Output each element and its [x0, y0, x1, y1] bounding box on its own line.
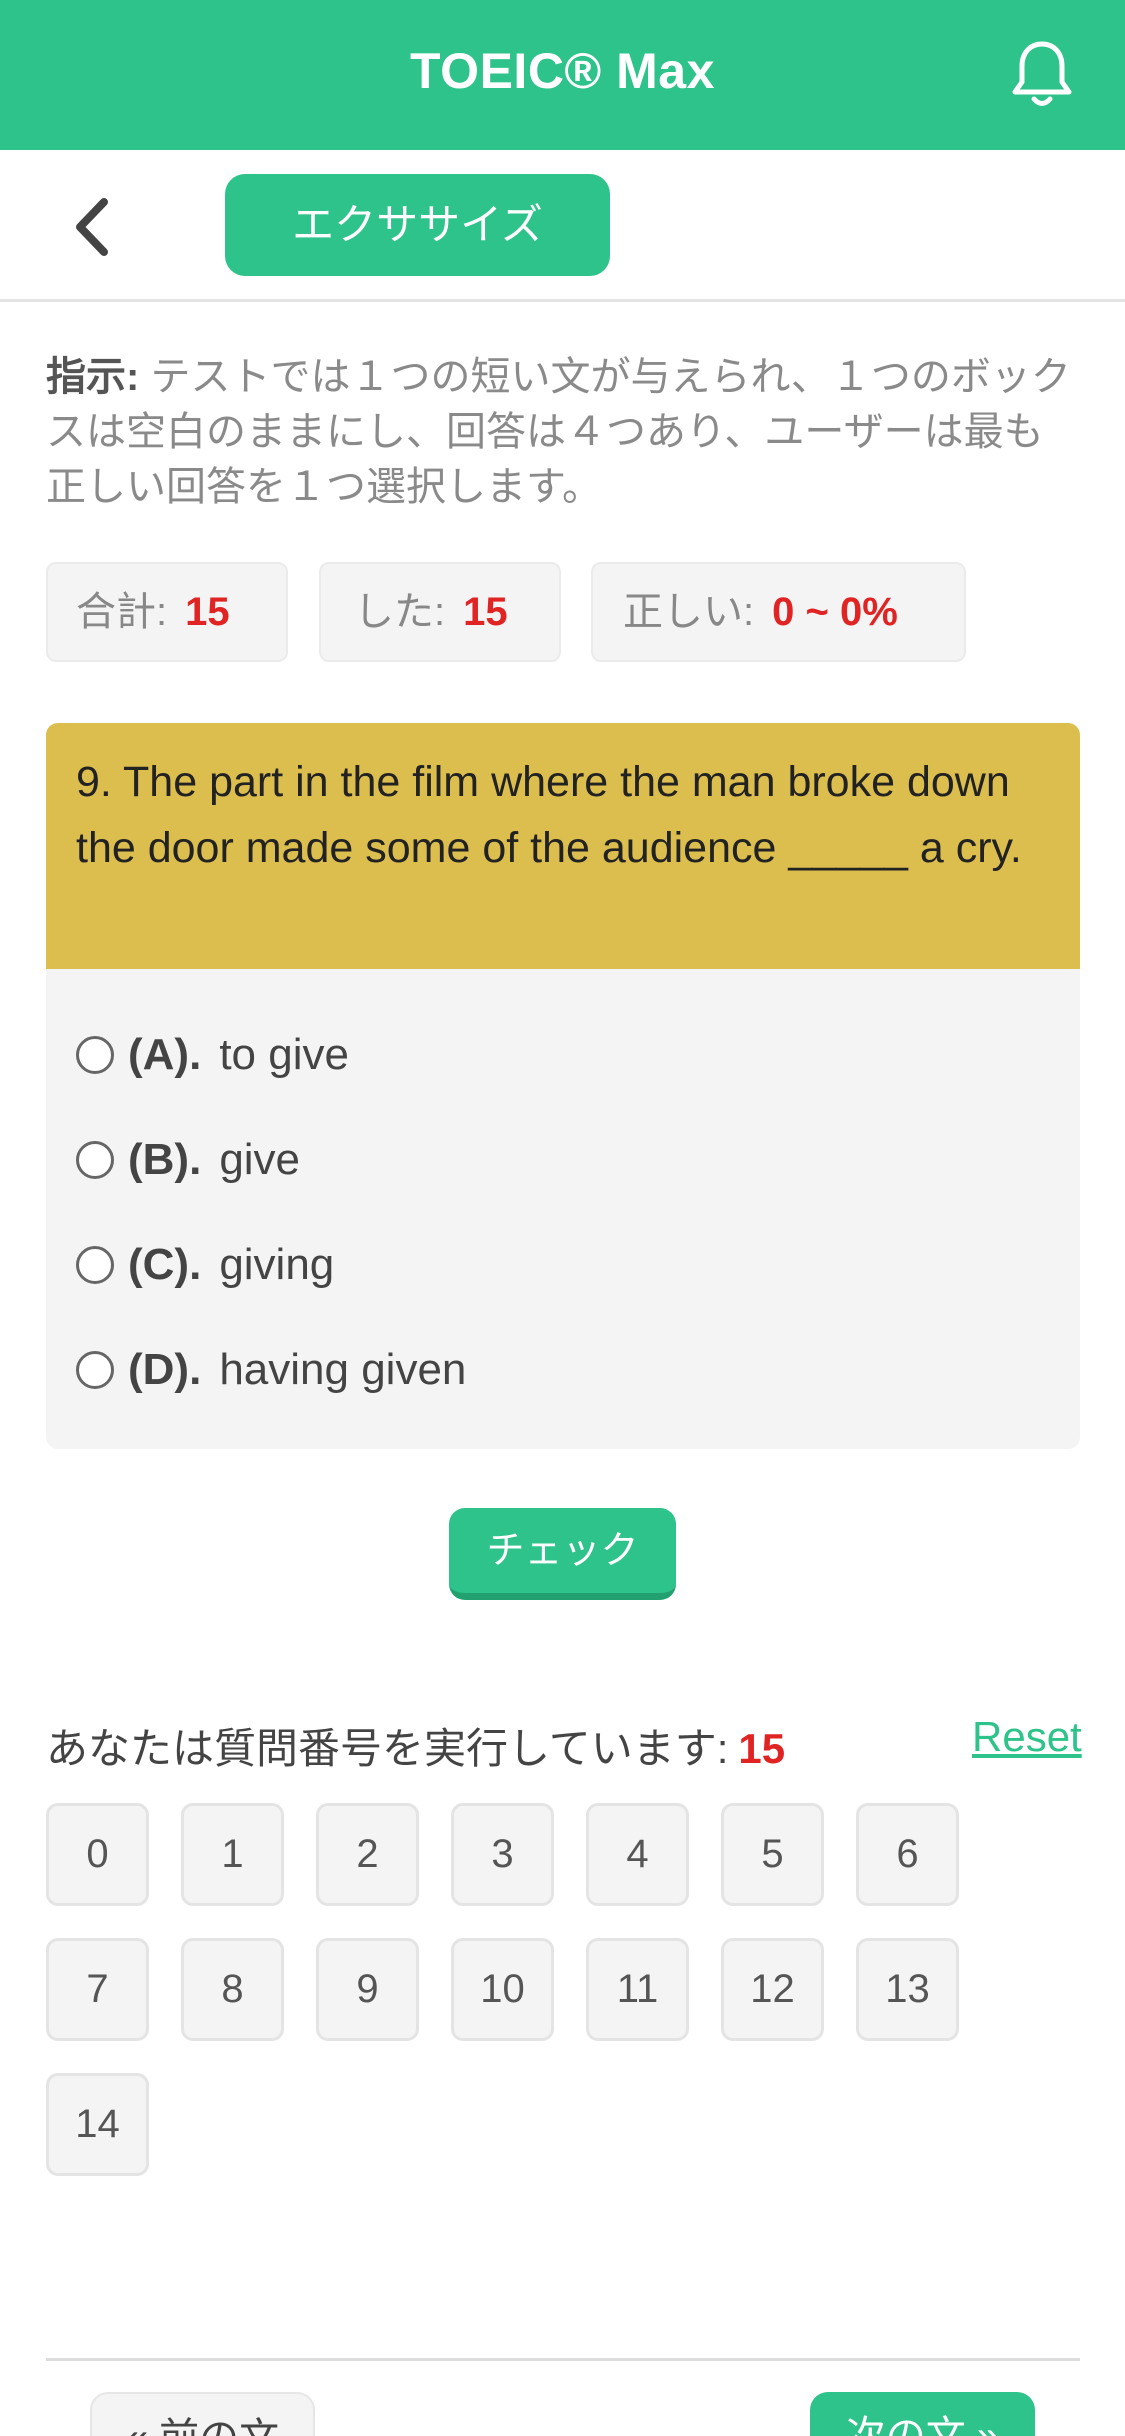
radio-button[interactable]: [76, 1141, 114, 1179]
stat-correct: 正しい: 0 ~ 0%: [591, 562, 966, 662]
question-number-button[interactable]: 10: [451, 1938, 554, 2041]
question-number-button[interactable]: 12: [721, 1938, 824, 2041]
tab-exercise[interactable]: エクササイズ: [225, 174, 610, 276]
option-text: to give: [219, 1030, 349, 1079]
radio-button[interactable]: [76, 1351, 114, 1389]
question-text: 9. The part in the film where the man br…: [46, 723, 1080, 969]
divider: [46, 2358, 1080, 2361]
next-sentence-button[interactable]: 次の文 »: [810, 2392, 1035, 2436]
question-number-button[interactable]: 9: [316, 1938, 419, 2041]
question-number-button[interactable]: 13: [856, 1938, 959, 2041]
option-label: (C).: [128, 1240, 202, 1289]
option-text: giving: [219, 1240, 335, 1289]
question-number-button[interactable]: 6: [856, 1803, 959, 1906]
instructions-text: テストでは１つの短い文が与えられ、１つのボックスは空白のままにし、回答は４つあり…: [46, 355, 1071, 509]
running-status: あなたは質問番号を実行しています: 15: [46, 1715, 785, 1776]
instructions: 指示: テストでは１つの短い文が与えられ、１つのボックスは空白のままにし、回答は…: [46, 350, 1076, 515]
previous-sentence-button[interactable]: « 前の文: [90, 2392, 315, 2436]
radio-button[interactable]: [76, 1036, 114, 1074]
stat-total: 合計: 15: [46, 562, 288, 662]
option-label: (D).: [128, 1345, 202, 1394]
option-label: (B).: [128, 1135, 202, 1184]
question-number-button[interactable]: 14: [46, 2073, 149, 2176]
chevron-left-icon[interactable]: [62, 192, 122, 262]
question-card: 9. The part in the film where the man br…: [46, 723, 1080, 1449]
stat-total-value: 15: [185, 590, 230, 634]
app-title: TOEIC® Max: [410, 43, 715, 99]
question-number-button[interactable]: 2: [316, 1803, 419, 1906]
question-number-button[interactable]: 7: [46, 1938, 149, 2041]
check-button[interactable]: チェック: [449, 1508, 676, 1600]
question-number-button[interactable]: 5: [721, 1803, 824, 1906]
question-number-button[interactable]: 4: [586, 1803, 689, 1906]
option-c[interactable]: (C). giving: [76, 1235, 334, 1295]
stat-done-value: 15: [463, 590, 508, 634]
question-number-button[interactable]: 3: [451, 1803, 554, 1906]
option-label: (A).: [128, 1030, 202, 1079]
reset-link[interactable]: Reset: [972, 1713, 1082, 1761]
app-header: TOEIC® Max: [0, 0, 1125, 150]
option-d[interactable]: (D). having given: [76, 1340, 466, 1400]
instructions-label: 指示:: [46, 355, 140, 399]
radio-button[interactable]: [76, 1246, 114, 1284]
running-number: 15: [738, 1725, 786, 1772]
stat-done-label: した:: [354, 590, 446, 634]
running-label: あなたは質問番号を実行しています:: [46, 1725, 729, 1772]
question-number-button[interactable]: 8: [181, 1938, 284, 2041]
stat-correct-label: 正しい:: [623, 590, 755, 634]
stat-done: した: 15: [319, 562, 561, 662]
question-number-button[interactable]: 11: [586, 1938, 689, 2041]
question-number-button[interactable]: 1: [181, 1803, 284, 1906]
stat-total-label: 合計:: [76, 590, 168, 634]
question-number-button[interactable]: 0: [46, 1803, 149, 1906]
bell-icon[interactable]: [1010, 38, 1074, 110]
option-text: having given: [219, 1345, 467, 1394]
stat-correct-value: 0 ~ 0%: [772, 590, 898, 634]
option-text: give: [219, 1135, 301, 1184]
option-b[interactable]: (B). give: [76, 1130, 300, 1190]
sub-navigation: エクササイズ: [0, 150, 1125, 302]
option-a[interactable]: (A). to give: [76, 1025, 349, 1085]
